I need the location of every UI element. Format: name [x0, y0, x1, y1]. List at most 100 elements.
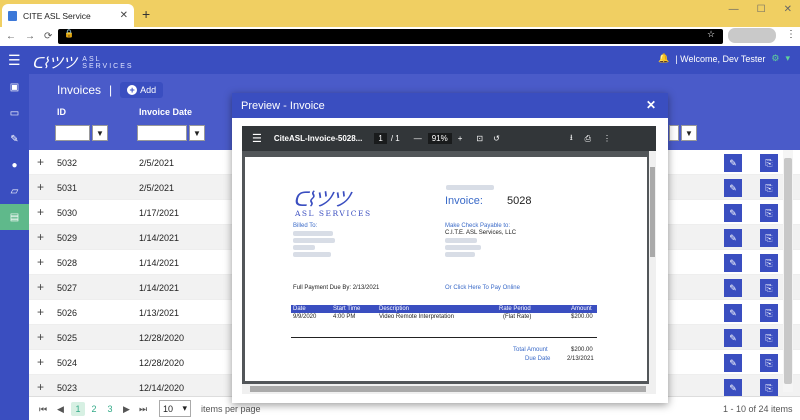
expand-row-icon[interactable]: + — [37, 280, 44, 294]
expand-row-icon[interactable]: + — [37, 230, 44, 244]
reload-icon[interactable]: ⟳ — [44, 31, 52, 42]
bookmark-star-icon[interactable]: ☆ — [707, 29, 715, 40]
page-3[interactable]: 3 — [103, 402, 117, 416]
cell-invoice-date: 1/14/2021 — [139, 258, 180, 268]
first-page-icon[interactable]: ⏮ — [39, 404, 47, 415]
filter-icon[interactable]: ▼ — [92, 125, 108, 141]
line-items-header: Date Start Time Description Rate Period … — [291, 305, 597, 313]
pay-online-link[interactable]: Or Click Here To Pay Online — [445, 285, 520, 291]
filter-input[interactable] — [669, 125, 679, 141]
view-invoice-icon[interactable]: ⎘ — [760, 354, 778, 372]
cell-id: 5024 — [57, 358, 78, 368]
rotate-icon[interactable]: ↺ — [493, 134, 500, 143]
zoom-out-icon[interactable]: — — [414, 134, 422, 143]
notification-bell-icon[interactable]: 🔔 — [658, 53, 669, 64]
edit-icon[interactable]: ✎ — [724, 154, 742, 172]
modal-close-icon[interactable]: ✕ — [646, 98, 656, 112]
view-invoice-icon[interactable]: ⎘ — [760, 179, 778, 197]
cell-invoice-date: 12/28/2020 — [139, 333, 185, 343]
column-header-id[interactable]: ID — [57, 107, 66, 117]
pdf-more-icon[interactable]: ⋮ — [603, 134, 611, 143]
edit-icon[interactable]: ✎ — [724, 379, 742, 397]
filter-icon[interactable]: ▼ — [189, 125, 205, 141]
next-page-icon[interactable]: ▶ — [123, 404, 130, 415]
download-icon[interactable]: ⭳ — [570, 132, 573, 146]
pdf-hscrollbar[interactable] — [242, 384, 649, 394]
expand-row-icon[interactable]: + — [37, 330, 44, 344]
nav-messages-icon[interactable]: ▭ — [0, 100, 29, 126]
pdf-page-input[interactable]: 1 — [374, 133, 387, 144]
view-invoice-icon[interactable]: ⎘ — [760, 154, 778, 172]
nav-dashboard-icon[interactable]: ▣ — [0, 74, 29, 100]
view-invoice-icon[interactable]: ⎘ — [760, 329, 778, 347]
edit-icon[interactable]: ✎ — [724, 354, 742, 372]
edit-icon[interactable]: ✎ — [724, 304, 742, 322]
nav-invoices-icon[interactable]: ▤ — [0, 204, 29, 230]
view-invoice-icon[interactable]: ⎘ — [760, 379, 778, 397]
close-window-icon[interactable]: ✕ — [784, 4, 792, 15]
payment-due-line: Full Payment Due By: 2/13/2021 — [293, 285, 380, 291]
maximize-icon[interactable]: ☐ — [757, 4, 766, 15]
view-invoice-icon[interactable]: ⎘ — [760, 304, 778, 322]
settings-gear-icon[interactable]: ⚙ — [771, 53, 779, 64]
edit-icon[interactable]: ✎ — [724, 229, 742, 247]
scrollbar-thumb[interactable] — [784, 158, 792, 384]
prev-page-icon[interactable]: ◀ — [57, 404, 64, 415]
line-rate: (Flat Rate) — [503, 314, 532, 320]
pdf-scroll-thumb[interactable] — [650, 167, 655, 257]
close-tab-icon[interactable]: ✕ — [120, 10, 128, 21]
last-page-icon[interactable]: ⏭ — [139, 404, 147, 415]
pdf-hscroll-thumb[interactable] — [250, 386, 646, 392]
page-1[interactable]: 1 — [71, 402, 85, 416]
grid-scrollbar[interactable] — [783, 150, 793, 392]
expand-row-icon[interactable]: + — [37, 355, 44, 369]
total-value: $200.00 — [571, 347, 593, 353]
browser-tab[interactable]: CITE ASL Service ✕ — [2, 4, 134, 27]
view-invoice-icon[interactable]: ⎘ — [760, 229, 778, 247]
pdf-vscrollbar[interactable] — [649, 151, 656, 394]
back-icon[interactable]: ← — [6, 31, 16, 42]
nav-reports-icon[interactable]: ✎ — [0, 126, 29, 152]
expand-row-icon[interactable]: + — [37, 305, 44, 319]
expand-row-icon[interactable]: + — [37, 255, 44, 269]
edit-icon[interactable]: ✎ — [724, 179, 742, 197]
hamburger-menu-icon[interactable]: ☰ — [8, 52, 21, 69]
forward-icon[interactable]: → — [25, 31, 35, 42]
view-invoice-icon[interactable]: ⎘ — [760, 254, 778, 272]
expand-row-icon[interactable]: + — [37, 155, 44, 169]
modal-header: Preview - Invoice ✕ — [232, 93, 668, 118]
fit-page-icon[interactable]: ⊡ — [476, 134, 483, 143]
url-input[interactable] — [58, 29, 723, 44]
chevron-down-icon[interactable]: ▾ — [785, 53, 790, 64]
zoom-in-icon[interactable]: + — [458, 134, 463, 143]
view-invoice-icon[interactable]: ⎘ — [760, 204, 778, 222]
print-icon[interactable]: ⎙ — [585, 134, 591, 144]
new-tab-icon[interactable]: + — [142, 6, 150, 22]
nav-folder-icon[interactable]: ▱ — [0, 178, 29, 204]
filter-icon[interactable]: ▼ — [681, 125, 697, 141]
pdf-viewer: ᑕ⌇ツツ ASL SERVICES Invoice: 5028 Billed T… — [242, 151, 656, 394]
zoom-level[interactable]: 91% — [427, 133, 452, 144]
id-filter-input[interactable] — [55, 125, 90, 141]
app-logo[interactable]: ᑕ⌇ツツ ASL SERVICES — [32, 52, 134, 73]
edit-icon[interactable]: ✎ — [724, 279, 742, 297]
pdf-menu-icon[interactable]: ☰ — [252, 132, 262, 145]
add-invoice-button[interactable]: + Add — [120, 82, 164, 98]
page-2[interactable]: 2 — [87, 402, 101, 416]
column-header-invoice-date[interactable]: Invoice Date — [139, 107, 192, 117]
edit-icon[interactable]: ✎ — [724, 204, 742, 222]
minimize-icon[interactable]: — — [729, 4, 739, 15]
expand-row-icon[interactable]: + — [37, 205, 44, 219]
browser-menu-icon[interactable]: ⋮ — [786, 29, 796, 40]
edit-icon[interactable]: ✎ — [724, 254, 742, 272]
edit-icon[interactable]: ✎ — [724, 329, 742, 347]
cell-id: 5025 — [57, 333, 78, 343]
expand-row-icon[interactable]: + — [37, 380, 44, 394]
nav-users-icon[interactable]: ● — [0, 152, 29, 178]
page-size-select[interactable]: 10 ▾ — [159, 400, 191, 417]
date-filter-input[interactable] — [137, 125, 187, 141]
expand-row-icon[interactable]: + — [37, 180, 44, 194]
view-invoice-icon[interactable]: ⎘ — [760, 279, 778, 297]
invoice-page: ᑕ⌇ツツ ASL SERVICES Invoice: 5028 Billed T… — [245, 157, 647, 381]
profile-avatar[interactable] — [728, 28, 776, 43]
